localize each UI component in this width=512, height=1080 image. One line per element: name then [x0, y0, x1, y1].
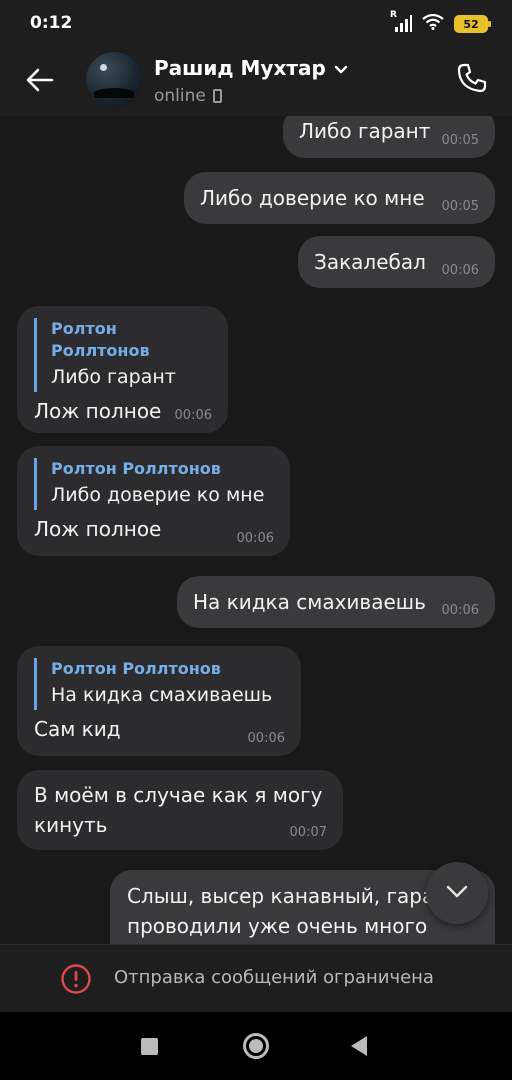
- message-time: 00:05: [441, 133, 479, 148]
- reply-text: Либо гарант: [51, 366, 176, 388]
- wifi-icon: [422, 13, 444, 34]
- mobile-phone-icon: [212, 89, 222, 103]
- exclamation-circle-icon: [60, 963, 92, 995]
- avatar[interactable]: [86, 52, 142, 108]
- status-bar: 0:12 R 52: [0, 0, 512, 48]
- contact-name-button[interactable]: Рашид Мухтар: [154, 56, 348, 80]
- reply-quote[interactable]: Ролтон Роллтонов Либо гарант: [34, 318, 211, 392]
- message-time: 00:06: [236, 531, 274, 546]
- roaming-label: R: [390, 10, 397, 20]
- reply-author: Ролтон Роллтонов: [51, 459, 221, 478]
- battery-indicator: 52: [454, 15, 491, 33]
- message-incoming[interactable]: Ролтон Роллтонов Либо гарант Лож полное …: [17, 306, 228, 433]
- message-text: Сам кид: [34, 717, 121, 741]
- message-text: Либо доверие ко мне: [200, 186, 425, 210]
- message-outgoing[interactable]: Либо гарант 00:05: [283, 116, 495, 158]
- message-list[interactable]: Либо гарант 00:05 Либо доверие ко мне 00…: [0, 116, 512, 944]
- online-status: online: [154, 86, 206, 106]
- home-circle-icon[interactable]: [243, 1033, 269, 1059]
- message-time: 00:06: [174, 408, 212, 423]
- message-outgoing[interactable]: На кидка смахиваешь 00:06: [177, 576, 495, 628]
- reply-author: Ролтон Роллтонов: [51, 319, 150, 360]
- avatar-moon: [100, 64, 107, 71]
- contact-status: online: [154, 86, 222, 106]
- system-nav-bar: [0, 1012, 512, 1080]
- phone-icon: [456, 62, 488, 98]
- scroll-to-bottom-button[interactable]: [426, 862, 488, 924]
- status-icons: R 52: [390, 10, 491, 34]
- message-outgoing[interactable]: Закалебал 00:06: [298, 236, 495, 288]
- message-time: 00:07: [289, 825, 327, 840]
- contact-name: Рашид Мухтар: [154, 56, 326, 80]
- reply-author: Ролтон Роллтонов: [51, 659, 221, 678]
- back-button[interactable]: [20, 62, 60, 102]
- messaging-restricted-bar: Отправка сообщений ограничена: [0, 944, 512, 1012]
- call-button[interactable]: [452, 60, 492, 100]
- chevron-down-icon: [334, 56, 348, 80]
- message-outgoing[interactable]: Либо доверие ко мне 00:05: [184, 172, 495, 224]
- reply-quote[interactable]: Ролтон Роллтонов На кидка смахиваешь: [34, 658, 284, 710]
- message-incoming[interactable]: Ролтон Роллтонов Либо доверие ко мне Лож…: [17, 446, 290, 556]
- reply-text: На кидка смахиваешь: [51, 684, 273, 706]
- arrow-left-icon: [26, 68, 54, 96]
- message-incoming[interactable]: В моём в случае как я могу кинуть 00:07: [17, 770, 343, 850]
- message-text: В моём в случае как я могу кинуть: [34, 783, 323, 837]
- message-time: 00:05: [441, 199, 479, 214]
- message-time: 00:06: [441, 603, 479, 618]
- avatar-silhouette: [94, 88, 134, 98]
- chevron-down-icon: [446, 884, 468, 903]
- restricted-message: Отправка сообщений ограничена: [114, 967, 434, 988]
- message-incoming[interactable]: Ролтон Роллтонов На кидка смахиваешь Сам…: [17, 646, 301, 756]
- reply-text: Либо доверие ко мне: [51, 484, 265, 506]
- back-triangle-icon[interactable]: [351, 1036, 367, 1056]
- status-time: 0:12: [30, 13, 73, 33]
- message-text: На кидка смахиваешь: [193, 590, 426, 614]
- signal-icon: R: [390, 10, 412, 33]
- message-time: 00:06: [441, 263, 479, 278]
- home-dot: [249, 1039, 263, 1053]
- recents-square-icon[interactable]: [141, 1038, 158, 1055]
- chat-header: Рашид Мухтар online: [0, 48, 512, 116]
- reply-quote[interactable]: Ролтон Роллтонов Либо доверие ко мне: [34, 458, 273, 510]
- message-time: 00:06: [247, 731, 285, 746]
